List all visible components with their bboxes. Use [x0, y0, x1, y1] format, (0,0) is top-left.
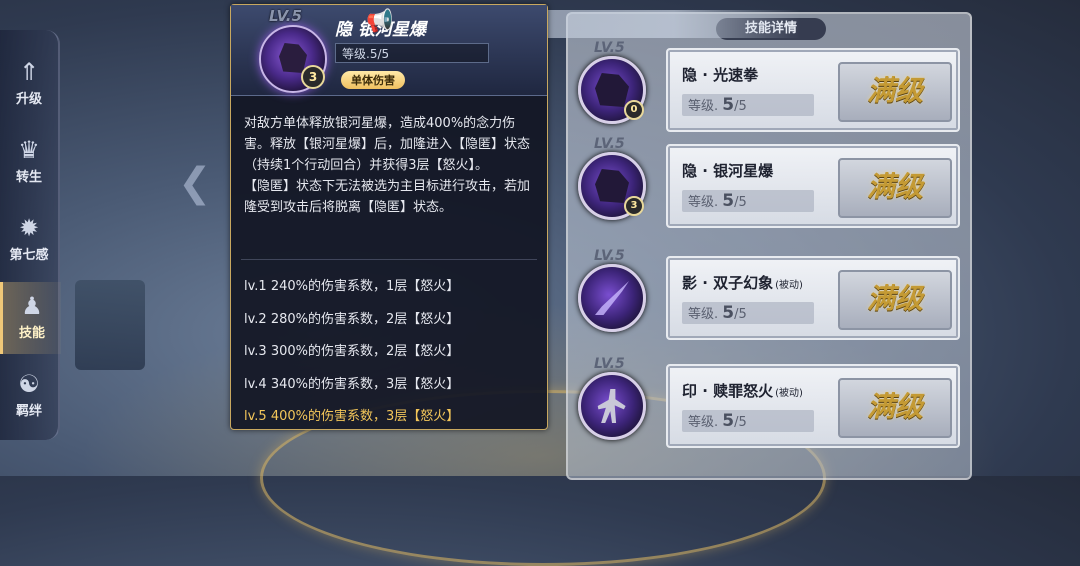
skill-icon-atonement-fury [578, 372, 646, 440]
skill-row[interactable]: LV.5 影 · 双子幻象 (被动) 等级. 5/5 满级 [578, 248, 960, 344]
max-level-badge: 满级 [838, 270, 952, 330]
nav-item-rebirth[interactable]: ♛ 转生 [0, 126, 58, 198]
nav-item-label: 羁绊 [15, 404, 42, 419]
level-effect: lv.3 300%的伤害系数，2层【怒火】 [244, 344, 460, 360]
skill-name: 影 · 双子幻象 (被动) [682, 274, 803, 292]
skill-icon-twin-illusion [578, 264, 646, 332]
skill-row[interactable]: LV.5 3 隐 · 银河星爆 等级. 5/5 满级 [578, 136, 960, 232]
nav-item-label: 第七感 [9, 248, 49, 263]
description-paragraph: 【隐匿】状态下无法被选为主目标进行攻击，若加隆受到攻击后将脱离【隐匿】状态。 [244, 179, 531, 215]
skill-lv: LV.5 [594, 248, 625, 264]
skill-card: 隐 · 光速拳 等级. 5/5 满级 [666, 48, 960, 132]
skill-card: 影 · 双子幻象 (被动) 等级. 5/5 满级 [666, 256, 960, 340]
bond-icon: ☯ [18, 370, 40, 398]
skill-name: 隐 · 银河星爆 [682, 162, 774, 180]
skill-icon: ♟ [21, 292, 43, 320]
skill-level: 等级. 5/5 [682, 190, 814, 212]
side-nav: ⇑ 升级 ♛ 转生 ✹ 第七感 ♟ 技能 ☯ 羁绊 [0, 30, 61, 440]
level-effect: lv.4 340%的伤害系数，3层【怒火】 [244, 376, 460, 392]
skill-detail-panel: 3 LV.5 隐 银河星爆 等级.5/5 单体伤害 对敌方单体释放银河星爆，造成… [230, 4, 548, 430]
nav-item-bond[interactable]: ☯ 羁绊 [0, 360, 58, 432]
level-effect: lv.2 280%的伤害系数，2层【怒火】 [244, 311, 460, 327]
nav-item-label: 转生 [15, 170, 42, 185]
skill-name: 印 · 赎罪怒火 (被动) [682, 382, 803, 400]
skill-badge: 3 [624, 196, 644, 216]
level-effect: lv.1 240%的伤害系数，1层【怒火】 [244, 279, 460, 294]
max-level-badge: 满级 [838, 158, 952, 218]
level-effect-current: lv.5 400%的伤害系数，3层【怒火】 [244, 409, 460, 425]
level-effects-list: lv.1 240%的伤害系数，1层【怒火】 lv.2 280%的伤害系数，2层【… [244, 271, 536, 434]
divider [241, 259, 537, 260]
skill-row[interactable]: LV.5 0 隐 · 光速拳 等级. 5/5 满级 [578, 40, 960, 136]
upgrade-icon: ⇑ [18, 58, 40, 86]
skill-lv: LV.5 [269, 7, 302, 25]
skill-lv: LV.5 [594, 356, 625, 372]
max-level-badge: 满级 [838, 62, 952, 122]
nav-item-label: 升级 [15, 92, 42, 107]
background-pillar [75, 280, 145, 370]
speaker-icon: 📢 [366, 9, 394, 34]
skill-badge: 3 [301, 65, 325, 89]
skill-level: 等级. 5/5 [682, 94, 814, 116]
description-paragraph: 对敌方单体释放银河星爆，造成400%的念力伤害。释放【银河星爆】后，加隆进入【隐… [244, 116, 531, 173]
nav-item-seventh-sense[interactable]: ✹ 第七感 [0, 204, 58, 276]
prev-arrow-icon[interactable]: ❮ [178, 160, 212, 206]
skill-row[interactable]: LV.5 印 · 赎罪怒火 (被动) 等级. 5/5 满级 [578, 356, 960, 452]
skill-card: 印 · 赎罪怒火 (被动) 等级. 5/5 满级 [666, 364, 960, 448]
skill-name: 隐 · 光速拳 [682, 66, 759, 84]
seventh-sense-icon: ✹ [18, 214, 40, 242]
skill-badge: 0 [624, 100, 644, 120]
rebirth-icon: ♛ [18, 136, 40, 164]
skill-level: 等级. 5/5 [682, 410, 814, 432]
damage-type-tag: 单体伤害 [341, 71, 405, 89]
skill-card: 隐 · 银河星爆 等级. 5/5 满级 [666, 144, 960, 228]
skill-lv: LV.5 [594, 136, 625, 152]
skill-lv: LV.5 [594, 40, 625, 56]
nav-item-label: 技能 [18, 326, 45, 341]
nav-item-skill[interactable]: ♟ 技能 [0, 282, 61, 354]
skill-level-bar: 等级.5/5 [335, 43, 489, 63]
skill-description: 对敌方单体释放银河星爆，造成400%的念力伤害。释放【银河星爆】后，加隆进入【隐… [244, 113, 536, 218]
skill-level: 等级. 5/5 [682, 302, 814, 324]
max-level-badge: 满级 [838, 378, 952, 438]
nav-item-upgrade[interactable]: ⇑ 升级 [0, 48, 58, 120]
